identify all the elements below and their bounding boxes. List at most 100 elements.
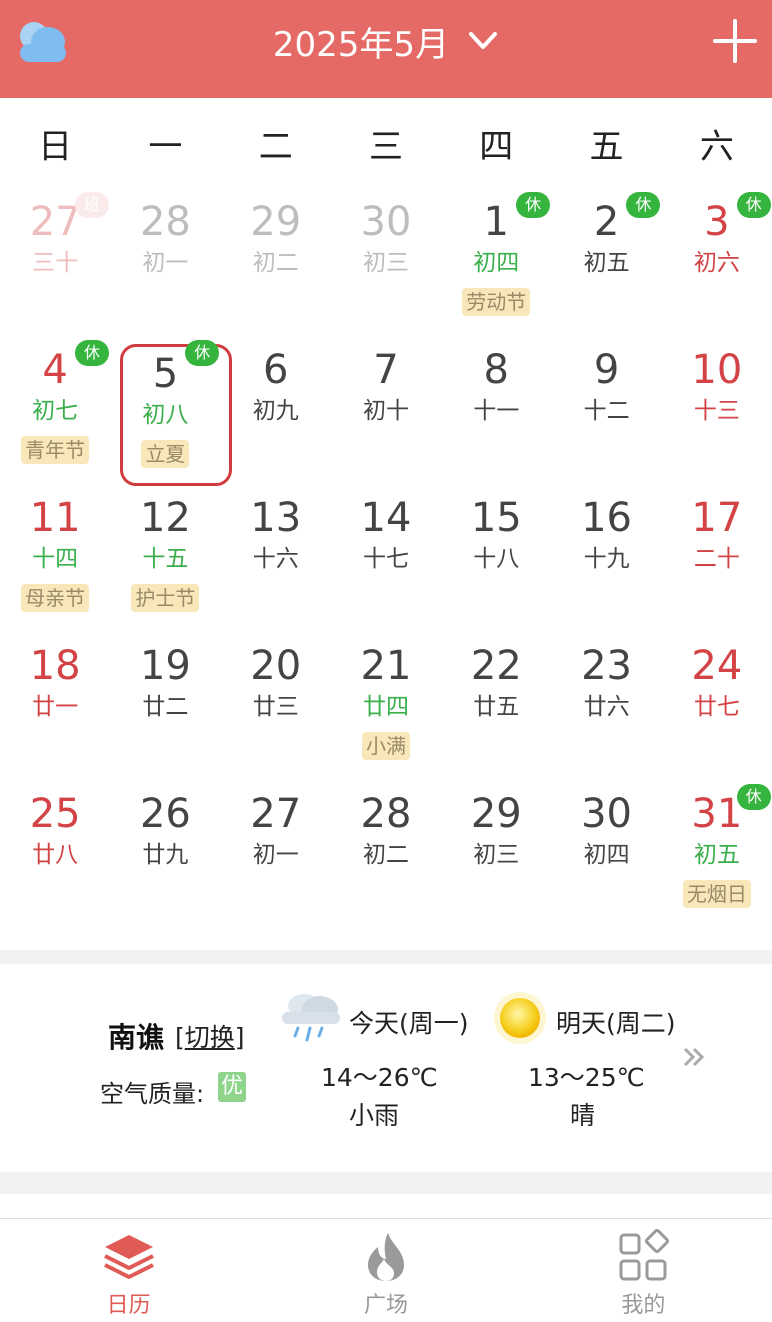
day-cell[interactable]: 20 廿三 — [221, 632, 331, 780]
lunar-date: 十九 — [583, 546, 630, 572]
day-cell[interactable]: 30 初四 — [551, 780, 661, 928]
lunar-date: 初五 — [693, 842, 740, 868]
day-cell[interactable]: 15 十八 — [441, 484, 551, 632]
day-cell[interactable]: 28 初二 — [331, 780, 441, 928]
weekday-label: 一 — [148, 126, 183, 167]
rest-day-badge: 休 — [736, 784, 771, 810]
day-number: 2 — [593, 199, 620, 245]
lunar-date: 十四 — [32, 546, 79, 572]
weekday-label: 四 — [479, 126, 514, 167]
month-selector[interactable]: 2025年5月 — [0, 0, 772, 82]
rest-day-badge: 休 — [626, 192, 661, 218]
day-number: 25 — [29, 791, 81, 837]
day-cell[interactable]: 19 廿二 — [110, 632, 220, 780]
day-number: 20 — [250, 643, 302, 689]
day-cell[interactable]: 14 十七 — [331, 484, 441, 632]
day-cell[interactable]: 29 初三 — [441, 780, 551, 928]
day-cell-today[interactable]: 5 初八 立夏 休 — [110, 336, 233, 486]
weather-tomorrow: 明天(周二) 13～25℃ 晴 — [0, 964, 772, 1172]
app-header: 2025年5月 — [0, 0, 772, 98]
day-number: 27 — [29, 199, 81, 245]
day-cell[interactable]: 23 廿六 — [551, 632, 661, 780]
day-cell[interactable]: 16 十九 — [551, 484, 661, 632]
lunar-date: 初十 — [362, 398, 409, 424]
weekday-label: 五 — [589, 126, 624, 167]
day-cell[interactable]: 8 十一 — [441, 336, 551, 484]
nav-label: 广场 — [363, 1293, 408, 1318]
weekday-label: 日 — [38, 126, 73, 167]
day-cell[interactable]: 30 初三 — [331, 188, 441, 336]
day-cell[interactable]: 21 廿四 小满 — [331, 632, 441, 780]
lunar-date: 十八 — [473, 546, 520, 572]
day-cell[interactable]: 27 三十 班 — [0, 188, 110, 336]
chevron-down-icon — [469, 32, 498, 49]
day-number: 30 — [360, 199, 412, 245]
month-title: 2025年5月 — [272, 24, 450, 65]
day-number: 16 — [581, 495, 633, 541]
day-cell[interactable]: 1 初四 劳动节 休 — [441, 188, 551, 336]
day-number: 10 — [691, 347, 743, 393]
double-chevron-right-icon[interactable] — [682, 1046, 706, 1068]
grid-apps-icon — [619, 1229, 670, 1281]
day-number: 24 — [691, 643, 743, 689]
day-cell[interactable]: 22 廿五 — [441, 632, 551, 780]
festival-tag: 母亲节 — [21, 584, 90, 612]
lunar-date: 廿八 — [32, 842, 79, 868]
day-cell[interactable]: 11 十四母亲节 — [0, 484, 110, 632]
flame-icon — [367, 1233, 404, 1281]
day-cell[interactable]: 24 廿七 — [662, 632, 772, 780]
nav-tab-calendar[interactable]: 日历 — [0, 1219, 257, 1322]
nav-tab-mine[interactable]: 我的 — [515, 1219, 772, 1322]
day-number: 13 — [250, 495, 302, 541]
calendar-month-view: 日一二三四五六 27 三十班 28 初一 29 初二 30 初三 1 初四 劳动节休 2 初五休 3 初六休… — [0, 98, 772, 950]
day-cell[interactable]: 29 初二 — [221, 188, 331, 336]
day-cell[interactable]: 4 初七 青年节 休 — [0, 336, 110, 484]
tomorrow-condition: 晴 — [570, 1101, 596, 1130]
day-cell[interactable]: 26 廿九 — [110, 780, 220, 928]
day-cell[interactable]: 31 初五 无烟日 休 — [662, 780, 772, 928]
festival-tag: 护士节 — [131, 584, 200, 612]
day-number: 28 — [139, 199, 191, 245]
lunar-date: 廿四 — [362, 694, 409, 720]
lunar-date: 初六 — [693, 250, 740, 276]
day-number: 29 — [470, 791, 522, 837]
day-number: 8 — [483, 347, 509, 393]
lunar-date: 初四 — [473, 250, 520, 276]
nav-label: 日历 — [106, 1293, 151, 1318]
weather-card[interactable]: 南谯 [切换] 空气质量: 优 今天(周一) 14～26℃ 小雨 明天(周二) … — [0, 964, 772, 1172]
lunar-date: 廿二 — [142, 694, 189, 720]
day-number: 14 — [360, 495, 412, 541]
weekday-label: 六 — [699, 126, 734, 167]
lunar-date: 初四 — [583, 842, 630, 868]
nav-tab-square[interactable]: 广场 — [257, 1219, 514, 1322]
day-cell[interactable]: 2 初五 休 — [551, 188, 661, 336]
plus-icon[interactable] — [712, 18, 758, 64]
day-cell[interactable]: 17 二十 — [662, 484, 772, 632]
rest-day-badge: 休 — [185, 340, 220, 366]
day-number: 22 — [470, 643, 522, 689]
calendar-app: 2025年5月 日一二三四五六 27 三十班 28 初一 29 初二 30 初三 1 初四 劳动节休… — [0, 0, 772, 1322]
day-cell[interactable]: 3 初六 休 — [662, 188, 772, 336]
day-number: 11 — [29, 495, 81, 541]
day-cell[interactable]: 13 十六 — [221, 484, 331, 632]
lunar-date: 初九 — [252, 398, 299, 424]
day-number: 7 — [373, 347, 399, 393]
lunar-date: 十二 — [583, 398, 630, 424]
day-cell[interactable]: 7 初十 — [331, 336, 441, 484]
festival-tag: 无烟日 — [682, 880, 751, 908]
day-cell[interactable]: 10 十三 — [662, 336, 772, 484]
day-cell[interactable]: 6 初九 — [221, 336, 331, 484]
day-number: 19 — [139, 643, 191, 689]
day-cell[interactable]: 12 十五 护士节 — [110, 484, 220, 632]
lunar-date: 十五 — [142, 546, 189, 572]
day-cell[interactable]: 9 十二 — [551, 336, 661, 484]
lunar-date: 初三 — [473, 842, 520, 868]
lunar-date: 廿一 — [32, 694, 79, 720]
day-cell[interactable]: 25 廿八 — [0, 780, 110, 928]
lunar-date: 初二 — [252, 250, 299, 276]
day-cell[interactable]: 28 初一 — [110, 188, 220, 336]
lunar-date: 初七 — [32, 398, 79, 424]
lunar-date: 初八 — [142, 402, 189, 428]
day-cell[interactable]: 18 廿一 — [0, 632, 110, 780]
day-cell[interactable]: 27 初一 — [221, 780, 331, 928]
